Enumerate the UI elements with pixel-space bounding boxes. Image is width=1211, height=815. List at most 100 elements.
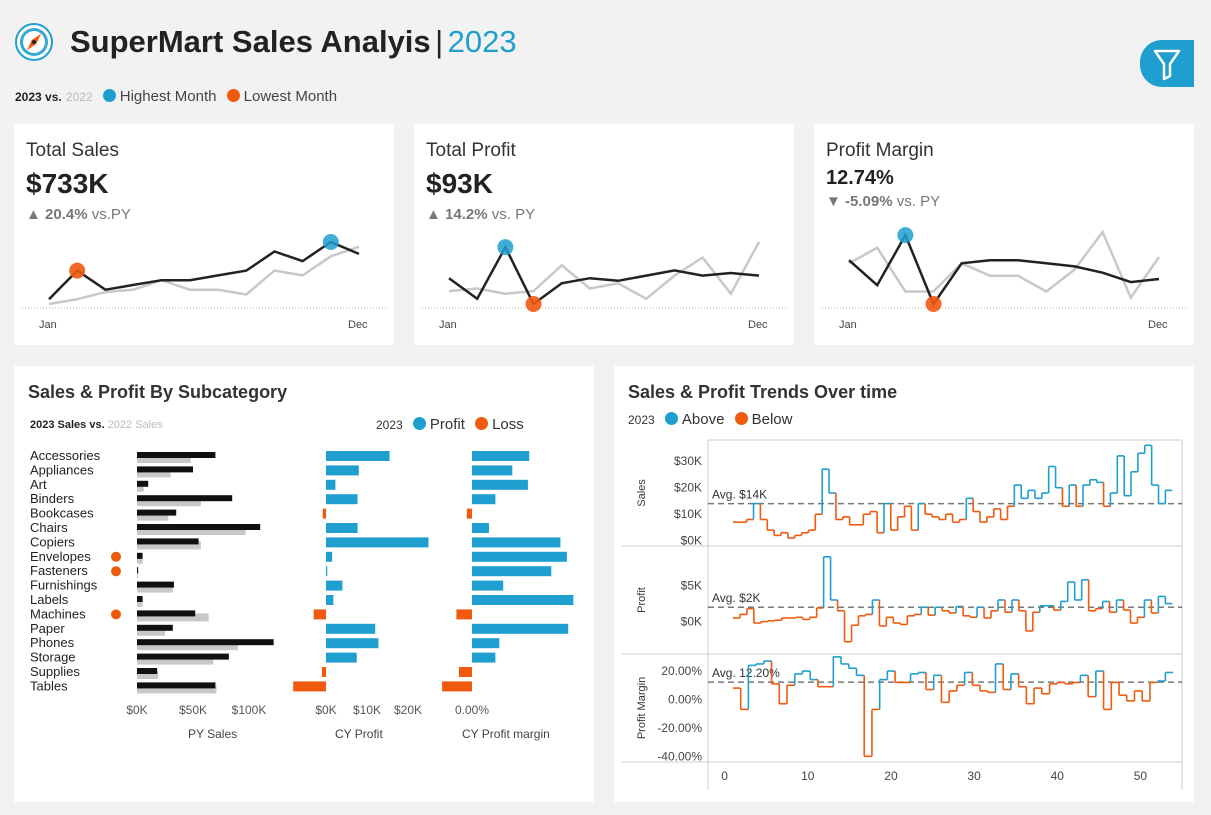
highest-month-marker <box>322 234 339 250</box>
subcategory-label: Appliances <box>30 462 94 477</box>
cy-margin-bar <box>472 523 489 533</box>
x-tick: 30 <box>967 769 981 783</box>
cy-margin-bar <box>456 609 472 620</box>
subcategory-label: Machines <box>30 606 86 621</box>
cy-margin-bar <box>442 681 472 692</box>
trends-chart: Sales $30K $20K $10K $0K Avg. $14K Profit $5K $0… <box>622 439 1183 790</box>
y-tick: $30K <box>674 454 702 468</box>
cy-margin-bar <box>459 667 472 677</box>
subcategory-label: Binders <box>30 491 75 506</box>
x-tick: 10 <box>801 769 815 783</box>
axis-end: Dec <box>348 319 368 331</box>
highest-month-marker <box>897 227 914 244</box>
kpi-card-margin[interactable]: Profit Margin 12.74% ▼ -5.09% vs. PY Jan… <box>814 124 1194 345</box>
col-margin: CY Profit margin <box>462 727 550 741</box>
sales-sparkline <box>22 234 386 309</box>
margin-tick: 0.00% <box>455 703 489 717</box>
down-arrow-icon: ▼ <box>826 193 841 210</box>
cy-profit-bar <box>326 595 334 605</box>
cy-profit-bar <box>326 623 376 634</box>
subcategory-label: Envelopes <box>30 549 91 564</box>
legend-highest: Highest Month <box>119 88 217 105</box>
compass-icon <box>15 23 53 61</box>
cy-sales-bar <box>137 552 143 559</box>
kpi-card-sales[interactable]: Total Sales $733K ▲ 20.4% vs.PY Jan Dec <box>14 124 394 345</box>
cy-margin-bar <box>472 623 569 634</box>
cy-sales-bar <box>137 682 216 689</box>
cy-profit-bar <box>326 580 343 591</box>
cy-sales-bar <box>137 452 216 458</box>
up-arrow-icon: ▲ <box>26 206 41 223</box>
loss-marker-icon <box>111 609 121 620</box>
cy-margin-bar <box>472 566 552 577</box>
cy-margin-bar <box>472 479 528 490</box>
lowest-dot-icon <box>226 89 240 102</box>
margin-sparkline <box>822 227 1186 312</box>
subcategory-label: Art <box>30 477 47 492</box>
cy-sales-bar <box>137 509 177 516</box>
y-axis-label: Sales <box>636 479 648 507</box>
up-arrow-icon: ▲ <box>426 206 441 223</box>
cy-profit-bar <box>326 537 429 548</box>
current-year-line <box>848 232 1160 307</box>
cy-sales-bar <box>137 668 158 674</box>
kpi-delta-suffix: vs. PY <box>896 193 941 210</box>
subcategory-label: Storage <box>30 650 76 665</box>
subcategory-label: Paper <box>30 621 65 636</box>
page-title: SuperMart Sales Analyis | 2023 <box>70 24 517 60</box>
cy-profit-bar <box>322 508 326 519</box>
x-tick: 20 <box>884 769 898 783</box>
kpi-delta: ▲ 20.4% vs.PY <box>26 206 131 223</box>
kpi-title: Total Profit <box>426 140 516 161</box>
subcategory-label: Labels <box>30 592 69 607</box>
profit-sparkline <box>422 239 786 312</box>
previous-year-line <box>848 229 1161 301</box>
cy-sales-bar <box>137 610 196 617</box>
current-year-line <box>448 244 760 306</box>
y-axis-label: Profit Margin <box>636 677 648 739</box>
kpi-card-profit[interactable]: Total Profit $93K ▲ 14.2% vs. PY Jan Dec <box>414 124 794 345</box>
filter-button[interactable] <box>1140 40 1194 87</box>
kpi-delta-suffix: vs. PY <box>491 206 536 223</box>
subcategory-label: Accessories <box>30 448 101 463</box>
subcategory-label: Fasteners <box>30 563 88 578</box>
cy-margin-bar <box>472 465 513 476</box>
cy-margin-bar <box>472 595 574 605</box>
cy-profit-bar <box>321 667 326 677</box>
cy-profit-bar <box>326 566 328 577</box>
y-tick: -20.00% <box>657 721 702 735</box>
profit-tick: $20K <box>394 703 422 717</box>
trends-card: Sales & Profit Trends Over time 2023 Abo… <box>614 366 1194 802</box>
cy-margin-bar <box>472 638 500 649</box>
profit-tick: $10K <box>353 703 381 717</box>
subcategory-label: Tables <box>30 678 68 693</box>
kpi-delta-value: -5.09% <box>845 193 893 210</box>
header-legend: 2023 vs. 2022 Highest Month Lowest Month <box>15 88 337 105</box>
col-py-sales: PY Sales <box>188 727 238 741</box>
axis-end: Dec <box>748 319 768 331</box>
legend-lowest: Lowest Month <box>243 88 338 105</box>
profit-tick: $0K <box>315 703 336 717</box>
y-axis-label: Profit <box>636 587 648 613</box>
cy-profit-bar <box>326 523 358 533</box>
cy-sales-bar <box>137 639 274 646</box>
subcategory-label: Copiers <box>30 534 75 549</box>
y-tick: $0K <box>681 534 702 548</box>
highest-dot-icon <box>102 89 116 102</box>
subcategory-label: Phones <box>30 635 75 650</box>
x-tick: 40 <box>1051 769 1065 783</box>
y-tick: 0.00% <box>668 692 702 706</box>
kpi-delta-value: 20.4% <box>45 206 88 223</box>
py-sales-tick: $0K <box>126 703 147 717</box>
axis-start: Jan <box>839 319 857 331</box>
cy-sales-bar <box>137 624 173 631</box>
py-sales-tick: $50K <box>179 703 207 717</box>
average-label: Avg. $14K <box>712 488 767 502</box>
y-tick: $20K <box>674 481 702 495</box>
lowest-month-marker <box>69 262 86 279</box>
legend-current-year: 2023 vs. <box>15 90 62 104</box>
cy-profit-bar <box>326 451 390 461</box>
cy-profit-bar <box>326 479 336 490</box>
cy-profit-bar <box>293 681 326 692</box>
cy-sales-bar <box>137 538 199 545</box>
